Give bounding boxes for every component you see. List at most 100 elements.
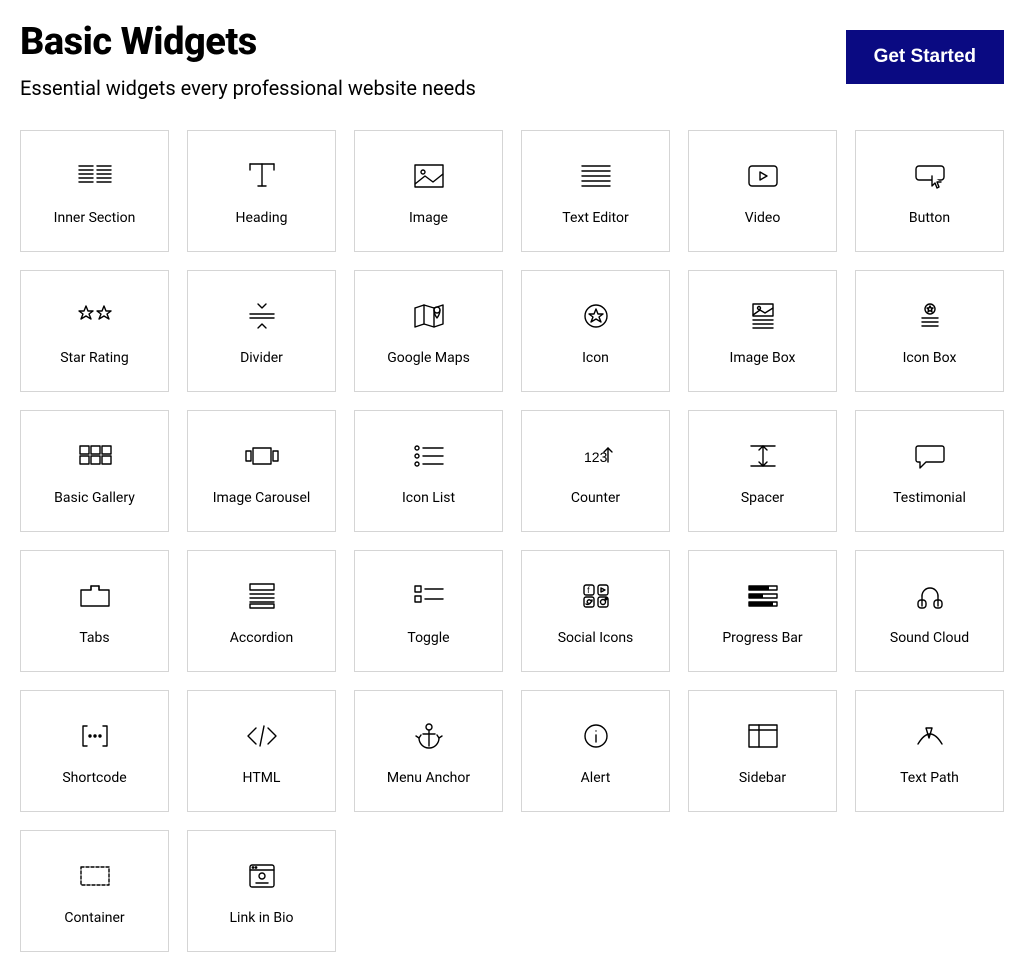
page-subtitle: Essential widgets every professional web… bbox=[20, 76, 846, 100]
widget-card-inner-section[interactable]: Inner Section bbox=[20, 130, 169, 252]
button-icon bbox=[912, 156, 948, 196]
widget-card-toggle[interactable]: Toggle bbox=[354, 550, 503, 672]
widget-card-alert[interactable]: Alert bbox=[521, 690, 670, 812]
widget-label: Accordion bbox=[230, 630, 293, 646]
widget-label: Social Icons bbox=[558, 630, 634, 646]
shortcode-icon bbox=[77, 716, 113, 756]
social-icons-icon bbox=[578, 576, 614, 616]
widget-label: Inner Section bbox=[54, 210, 136, 226]
widget-label: Divider bbox=[240, 350, 283, 366]
get-started-button[interactable]: Get Started bbox=[846, 30, 1004, 84]
widget-label: Basic Gallery bbox=[54, 490, 135, 506]
widget-card-image-box[interactable]: Image Box bbox=[688, 270, 837, 392]
widget-card-divider[interactable]: Divider bbox=[187, 270, 336, 392]
widget-card-counter[interactable]: Counter bbox=[521, 410, 670, 532]
widget-card-icon-list[interactable]: Icon List bbox=[354, 410, 503, 532]
widget-label: Button bbox=[909, 210, 950, 226]
widget-card-accordion[interactable]: Accordion bbox=[187, 550, 336, 672]
accordion-icon bbox=[244, 576, 280, 616]
toggle-icon bbox=[411, 576, 447, 616]
widget-label: Star Rating bbox=[60, 350, 129, 366]
star-rating-icon bbox=[77, 296, 113, 336]
widget-card-menu-anchor[interactable]: Menu Anchor bbox=[354, 690, 503, 812]
text-path-icon bbox=[912, 716, 948, 756]
widget-label: Testimonial bbox=[893, 490, 966, 506]
widget-label: Progress Bar bbox=[722, 630, 802, 646]
widget-card-sidebar[interactable]: Sidebar bbox=[688, 690, 837, 812]
widget-card-icon[interactable]: Icon bbox=[521, 270, 670, 392]
menu-anchor-icon bbox=[411, 716, 447, 756]
widget-label: Video bbox=[745, 210, 781, 226]
widget-card-text-editor[interactable]: Text Editor bbox=[521, 130, 670, 252]
image-box-icon bbox=[745, 296, 781, 336]
widget-card-social-icons[interactable]: Social Icons bbox=[521, 550, 670, 672]
widget-label: Icon bbox=[582, 350, 609, 366]
widget-card-star-rating[interactable]: Star Rating bbox=[20, 270, 169, 392]
google-maps-icon bbox=[411, 296, 447, 336]
widget-label: Image Carousel bbox=[213, 490, 311, 506]
widget-label: Link in Bio bbox=[230, 910, 294, 926]
widget-label: Shortcode bbox=[62, 770, 126, 786]
widget-label: Icon List bbox=[402, 490, 455, 506]
basic-gallery-icon bbox=[77, 436, 113, 476]
widget-card-html[interactable]: HTML bbox=[187, 690, 336, 812]
page-title: Basic Widgets bbox=[20, 20, 846, 64]
inner-section-icon bbox=[77, 156, 113, 196]
widget-card-video[interactable]: Video bbox=[688, 130, 837, 252]
progress-bar-icon bbox=[745, 576, 781, 616]
widget-card-button[interactable]: Button bbox=[855, 130, 1004, 252]
html-icon bbox=[244, 716, 280, 756]
widget-card-tabs[interactable]: Tabs bbox=[20, 550, 169, 672]
divider-icon bbox=[244, 296, 280, 336]
sound-cloud-icon bbox=[912, 576, 948, 616]
widget-label: Container bbox=[64, 910, 124, 926]
icon-icon bbox=[578, 296, 614, 336]
widget-card-progress-bar[interactable]: Progress Bar bbox=[688, 550, 837, 672]
video-icon bbox=[745, 156, 781, 196]
widget-label: Sidebar bbox=[739, 770, 786, 786]
widget-card-google-maps[interactable]: Google Maps bbox=[354, 270, 503, 392]
widget-card-image[interactable]: Image bbox=[354, 130, 503, 252]
image-carousel-icon bbox=[244, 436, 280, 476]
widget-label: Text Editor bbox=[562, 210, 628, 226]
widget-card-icon-box[interactable]: Icon Box bbox=[855, 270, 1004, 392]
widget-card-link-in-bio[interactable]: Link in Bio bbox=[187, 830, 336, 952]
widget-label: Heading bbox=[236, 210, 288, 226]
widget-card-testimonial[interactable]: Testimonial bbox=[855, 410, 1004, 532]
sidebar-icon bbox=[745, 716, 781, 756]
widget-card-basic-gallery[interactable]: Basic Gallery bbox=[20, 410, 169, 532]
widget-label: HTML bbox=[243, 770, 281, 786]
counter-icon bbox=[578, 436, 614, 476]
icon-box-icon bbox=[912, 296, 948, 336]
icon-list-icon bbox=[411, 436, 447, 476]
widget-card-sound-cloud[interactable]: Sound Cloud bbox=[855, 550, 1004, 672]
widget-label: Toggle bbox=[407, 630, 449, 646]
text-editor-icon bbox=[578, 156, 614, 196]
widget-card-spacer[interactable]: Spacer bbox=[688, 410, 837, 532]
tabs-icon bbox=[77, 576, 113, 616]
widget-label: Google Maps bbox=[387, 350, 470, 366]
header-text: Basic Widgets Essential widgets every pr… bbox=[20, 20, 846, 100]
widget-card-container[interactable]: Container bbox=[20, 830, 169, 952]
widget-label: Menu Anchor bbox=[387, 770, 470, 786]
widget-card-image-carousel[interactable]: Image Carousel bbox=[187, 410, 336, 532]
widget-label: Alert bbox=[581, 770, 611, 786]
widget-label: Tabs bbox=[79, 630, 109, 646]
container-icon bbox=[77, 856, 113, 896]
spacer-icon bbox=[745, 436, 781, 476]
page-header: Basic Widgets Essential widgets every pr… bbox=[20, 20, 1004, 100]
widget-label: Image Box bbox=[730, 350, 796, 366]
widget-card-text-path[interactable]: Text Path bbox=[855, 690, 1004, 812]
widget-card-heading[interactable]: Heading bbox=[187, 130, 336, 252]
widget-label: Spacer bbox=[741, 490, 784, 506]
testimonial-icon bbox=[912, 436, 948, 476]
image-icon bbox=[411, 156, 447, 196]
widget-card-shortcode[interactable]: Shortcode bbox=[20, 690, 169, 812]
widgets-grid: Inner Section Heading Image Text Editor Vide… bbox=[20, 130, 1004, 952]
widget-label: Text Path bbox=[900, 770, 959, 786]
widget-label: Icon Box bbox=[903, 350, 957, 366]
widget-label: Sound Cloud bbox=[890, 630, 969, 646]
link-in-bio-icon bbox=[244, 856, 280, 896]
widget-label: Image bbox=[409, 210, 448, 226]
alert-icon bbox=[578, 716, 614, 756]
